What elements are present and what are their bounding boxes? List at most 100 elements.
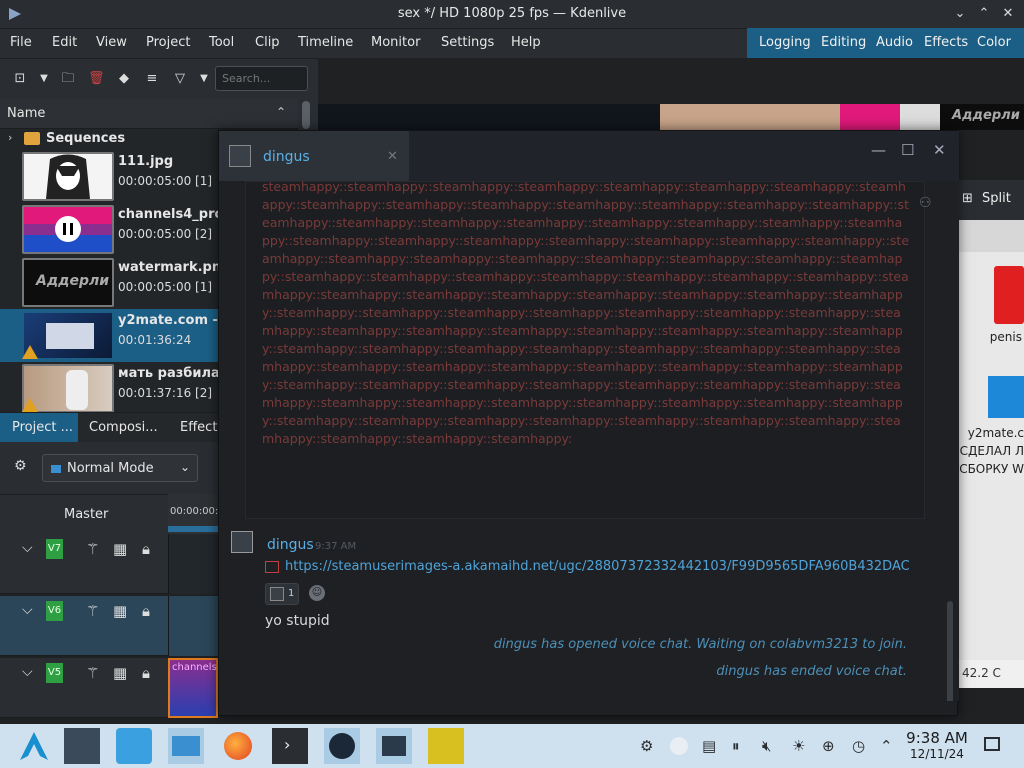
timeline-ruler[interactable]: 00:00:00: (168, 494, 218, 534)
close-tab-icon[interactable]: ✕ (387, 149, 398, 164)
dock-tabs: Project ... Composi... Effects (0, 412, 224, 443)
delete-icon[interactable]: 🗑 (88, 71, 105, 87)
menu-icon[interactable]: ≡ (144, 71, 160, 87)
collapse-icon[interactable]: ⌵ (22, 664, 33, 680)
chat-scrollbar[interactable] (947, 601, 953, 701)
menu-settings[interactable]: Settings (441, 35, 494, 50)
settings-sliders-icon[interactable]: ⚙ (14, 458, 27, 474)
brightness-icon[interactable]: ☀ (792, 737, 805, 755)
effect-wand-icon[interactable]: ⚚ (86, 602, 99, 620)
sender-name[interactable]: dingus (267, 537, 314, 553)
layout-logging[interactable]: Logging (759, 35, 811, 50)
layout-effects[interactable]: Effects (924, 35, 968, 50)
clip-name: channels4_profi (118, 207, 218, 222)
menu-help[interactable]: Help (511, 35, 541, 50)
network-icon[interactable]: ⊕ (822, 737, 835, 755)
discover-icon[interactable] (116, 728, 152, 764)
banana-app-icon[interactable] (428, 728, 464, 764)
clipboard-icon[interactable]: ▤ (702, 737, 716, 755)
bin-column-header[interactable]: Name ⌃ (0, 99, 298, 129)
track-v7[interactable]: ⌵ V7 ⚚ ▦ 🔒︎ (0, 534, 218, 594)
clock-tray-icon[interactable]: ◷ (852, 737, 865, 755)
minimize-icon[interactable]: — (871, 141, 886, 159)
bin-search-input[interactable] (215, 66, 308, 91)
sort-up-icon[interactable]: ⌃ (276, 105, 286, 119)
bin-clip[interactable]: channels4_profi 00:00:05:00 [2] (0, 203, 218, 256)
collapse-icon[interactable]: ⌵ (22, 602, 33, 618)
file-icon[interactable] (994, 266, 1024, 324)
media-pause-icon[interactable]: ⏸ (732, 737, 740, 755)
steam-icon[interactable] (324, 728, 360, 764)
layout-color[interactable]: Color (977, 35, 1011, 50)
terminal-icon[interactable]: › (272, 728, 308, 764)
minimize-icon[interactable]: ⌄ (952, 6, 968, 22)
tab-compositions[interactable]: Composi... (89, 420, 158, 435)
track-v5[interactable]: ⌵ V5 ⚚ ▦ 🔒︎ channels (0, 658, 218, 718)
app-launcher-icon[interactable] (16, 728, 52, 764)
reaction-badge[interactable]: 1 (265, 583, 299, 605)
close-icon[interactable]: ✕ (933, 141, 946, 159)
maximize-icon[interactable]: ☐ (901, 141, 914, 159)
chat-tab-dingus[interactable]: dingus ✕ (219, 131, 409, 181)
bin-clip-selected[interactable]: y2mate.com - Я 00:01:36:24 (0, 309, 218, 362)
effect-wand-icon[interactable]: ⚚ (86, 664, 99, 682)
layout-audio[interactable]: Audio (876, 35, 913, 50)
system-settings-icon[interactable] (64, 728, 100, 764)
sender-avatar[interactable] (231, 531, 253, 553)
lock-icon[interactable]: 🔒︎ (142, 602, 150, 620)
filter-icon[interactable]: ▽ (172, 71, 188, 87)
menu-edit[interactable]: Edit (52, 35, 77, 50)
maximize-icon[interactable]: ⌃ (976, 6, 992, 22)
lock-icon[interactable]: 🔒︎ (142, 540, 150, 558)
film-icon[interactable]: ▦ (113, 602, 127, 620)
network-share-icon[interactable]: ⚙ (640, 737, 653, 755)
menu-file[interactable]: File (10, 35, 32, 50)
add-clip-icon[interactable]: ⊡ (12, 71, 28, 87)
emoji-icon[interactable]: ☺ (309, 585, 325, 601)
filter-chevron-icon[interactable]: ▼ (196, 71, 212, 87)
film-icon[interactable]: ▦ (113, 664, 127, 682)
sequences-folder[interactable]: › Sequences (0, 129, 218, 149)
track-v6[interactable]: ⌵ V6 ⚚ ▦ 🔒︎ (0, 596, 218, 656)
show-desktop-icon[interactable] (984, 737, 1000, 751)
file-name[interactable]: y2mate.c (958, 426, 1024, 440)
tag-icon[interactable]: ◆ (116, 71, 132, 87)
firefox-icon[interactable] (220, 728, 256, 764)
mode-label: Normal Mode (67, 461, 154, 476)
split-button[interactable]: ⊞ Split (958, 180, 1024, 220)
track-area[interactable] (168, 596, 218, 656)
close-icon[interactable]: ✕ (1000, 6, 1016, 22)
expand-icon[interactable]: › (8, 131, 12, 144)
layout-editing[interactable]: Editing (821, 35, 866, 50)
bin-clip[interactable]: мать разбила б 00:01:37:16 [2] (0, 362, 218, 412)
menu-clip[interactable]: Clip (255, 35, 280, 50)
file-name[interactable]: penis (958, 330, 1024, 344)
expand-tray-icon[interactable]: ⌃ (880, 737, 893, 755)
add-friend-icon[interactable]: ⚇ (919, 195, 932, 211)
collapse-icon[interactable]: ⌵ (22, 540, 33, 556)
status-icon[interactable] (670, 737, 688, 755)
menu-monitor[interactable]: Monitor (371, 35, 420, 50)
clock[interactable]: 9:38 AM 12/11/24 (898, 729, 976, 761)
message-link[interactable]: https://steamuserimages-a.akamaihd.net/u… (285, 559, 910, 574)
menu-timeline[interactable]: Timeline (298, 35, 353, 50)
track-area[interactable] (168, 534, 218, 594)
bin-clip[interactable]: 111.jpg 00:00:05:00 [1] (0, 150, 218, 203)
bin-clip[interactable]: Аддерли watermark.png 00:00:05:00 [1] (0, 256, 218, 309)
volume-muted-icon[interactable]: 🔇︎ (762, 737, 771, 755)
file-manager-icon[interactable] (168, 728, 204, 764)
effect-wand-icon[interactable]: ⚚ (86, 540, 99, 558)
kdenlive-icon[interactable] (376, 728, 412, 764)
scrollbar-thumb[interactable] (302, 101, 310, 129)
timeline-clip[interactable]: channels (168, 658, 218, 718)
folder-add-icon[interactable]: 🗀 (60, 71, 76, 87)
film-icon[interactable]: ▦ (113, 540, 127, 558)
lock-icon[interactable]: 🔒︎ (142, 664, 150, 682)
tab-project[interactable]: Project ... (12, 420, 73, 435)
menu-project[interactable]: Project (146, 35, 190, 50)
edit-mode-select[interactable]: Normal Mode ⌄ (42, 454, 198, 482)
menu-view[interactable]: View (96, 35, 127, 50)
video-file-icon[interactable] (988, 376, 1024, 418)
chevron-down-icon[interactable]: ▼ (36, 71, 52, 87)
menu-tool[interactable]: Tool (209, 35, 234, 50)
